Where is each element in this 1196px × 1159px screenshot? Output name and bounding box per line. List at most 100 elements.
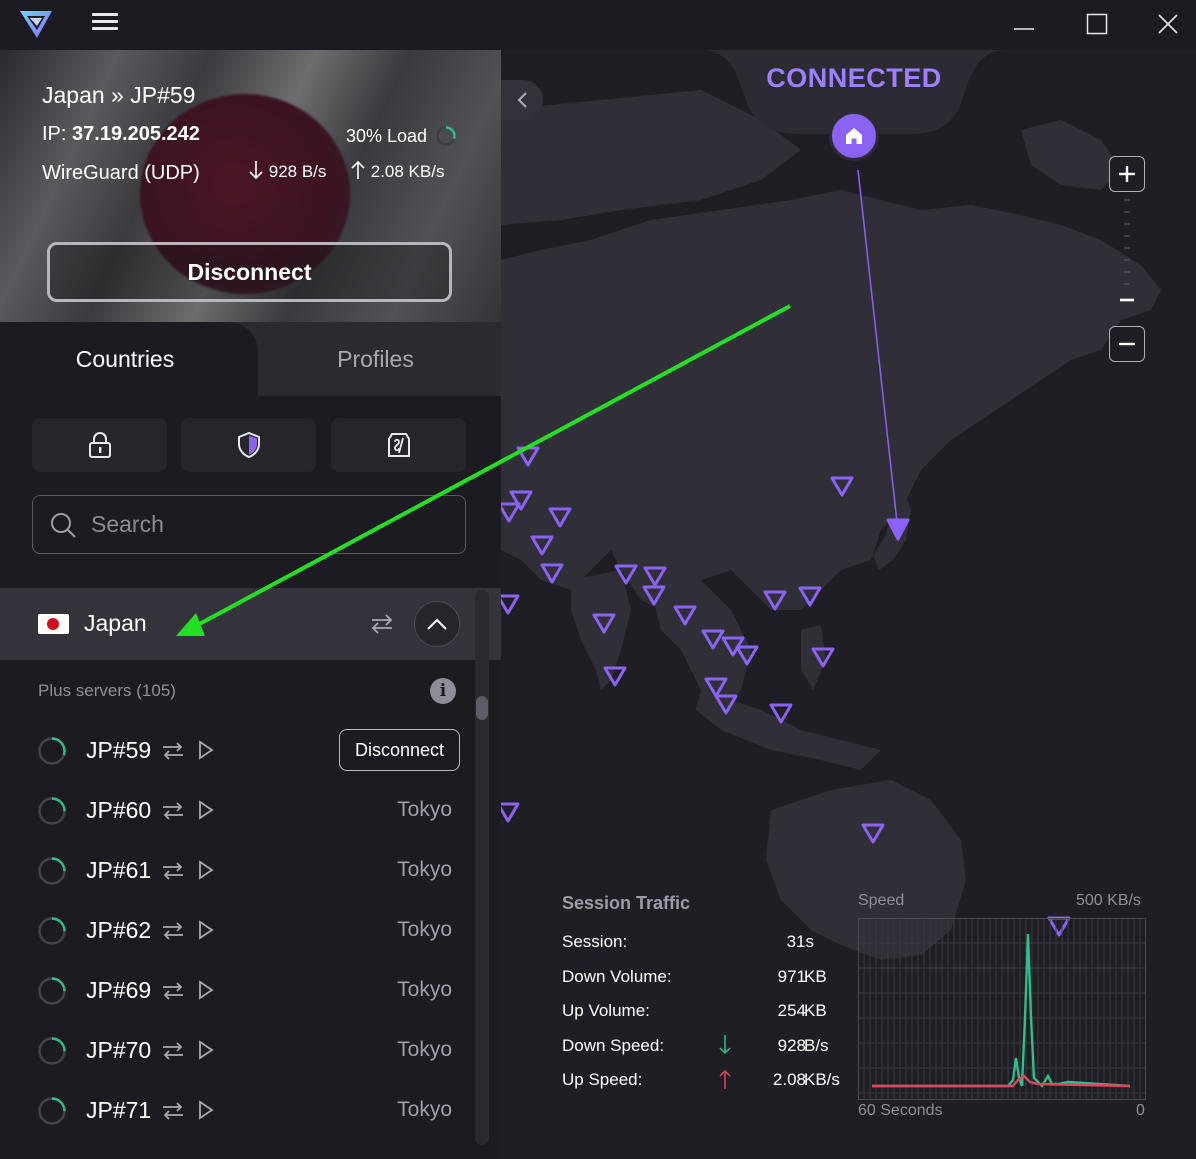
minimize-button[interactable] (994, 4, 1054, 44)
search-input[interactable] (91, 511, 421, 538)
app-logo-icon (20, 11, 52, 38)
server-name: JP#60 (86, 797, 152, 823)
server-marker-icon[interactable] (592, 613, 616, 634)
server-marker-icon[interactable] (861, 823, 885, 844)
zoom-in-button[interactable] (1109, 156, 1145, 192)
server-marker-icon[interactable] (530, 535, 554, 556)
secure-core-filter-button[interactable] (32, 418, 167, 472)
connection-path-line (857, 169, 898, 523)
up-speed-value: 2.08 (772, 1070, 806, 1089)
speed-graph-x-start: 60 Seconds (858, 1102, 943, 1119)
session-traffic-stats: Session: 31s Down Volume: 971 KB Up Volu… (562, 932, 862, 1102)
zoom-slider[interactable] (1118, 194, 1138, 322)
server-row[interactable]: JP#59 Disconnect (0, 720, 470, 780)
server-switch-icon[interactable] (160, 1038, 186, 1064)
server-switch-icon[interactable] (160, 978, 186, 1004)
home-location-pin[interactable] (829, 111, 879, 161)
server-city: Tokyo (397, 798, 452, 821)
server-marker-icon[interactable] (830, 476, 854, 497)
arrow-up-icon (351, 160, 365, 179)
server-marker-icon[interactable] (735, 645, 759, 666)
up-speed-row: Up Speed: 2.08 KB/s (562, 1069, 862, 1092)
up-volume-row: Up Volume: 254 KB (562, 1001, 862, 1023)
tor-filter-button[interactable] (331, 418, 466, 472)
server-row[interactable]: JP#61 Tokyo (0, 840, 470, 900)
down-speed-label: Down Speed: (562, 1036, 665, 1055)
speed-graph (858, 918, 1146, 1100)
load-text: 30% Load (346, 125, 428, 146)
server-switch-icon[interactable] (160, 858, 186, 884)
server-marker-icon[interactable] (798, 586, 822, 607)
server-marker-icon[interactable] (811, 647, 835, 668)
server-marker-icon[interactable] (548, 507, 572, 528)
play-icon[interactable] (198, 1040, 214, 1060)
server-switch-icon[interactable] (160, 798, 186, 824)
netshield-filter-button[interactable] (181, 418, 316, 472)
server-marker-icon[interactable] (769, 703, 793, 724)
server-marker-icon[interactable] (501, 802, 520, 823)
connected-server-marker-icon[interactable] (886, 518, 910, 541)
maximize-button[interactable] (1067, 4, 1127, 44)
server-marker-icon[interactable] (603, 666, 627, 687)
server-marker-icon[interactable] (516, 446, 540, 467)
server-marker-icon[interactable] (673, 605, 697, 626)
play-icon[interactable] (198, 980, 214, 1000)
server-name: JP#69 (86, 977, 152, 1003)
search-box[interactable] (32, 495, 466, 554)
play-icon[interactable] (198, 740, 214, 760)
server-list-scrollbar[interactable] (475, 590, 489, 1145)
session-label: Session: (562, 932, 628, 951)
server-row[interactable]: JP#62 Tokyo (0, 900, 470, 960)
play-icon[interactable] (198, 920, 214, 940)
upload-speed: 2.08 KB/s (350, 160, 444, 182)
hamburger-menu-icon[interactable] (90, 10, 120, 38)
server-disconnect-button[interactable]: Disconnect (339, 729, 460, 771)
server-marker-icon[interactable] (501, 594, 520, 615)
play-icon[interactable] (198, 860, 214, 880)
home-icon (846, 128, 862, 144)
session-traffic-title: Session Traffic (562, 893, 691, 913)
tab-countries[interactable]: Countries (0, 322, 250, 396)
down-speed-row: Down Speed: 928 B/s (562, 1035, 862, 1058)
server-row[interactable]: JP#70 Tokyo (0, 1020, 470, 1080)
server-marker-icon[interactable] (642, 585, 666, 606)
server-marker-icon[interactable] (701, 629, 725, 650)
server-marker-icon[interactable] (540, 563, 564, 584)
collapse-country-button[interactable] (414, 601, 460, 647)
server-load-ring-icon (38, 737, 66, 765)
disconnect-button[interactable]: Disconnect (47, 242, 452, 302)
server-marker-icon[interactable] (509, 490, 533, 511)
server-marker-icon[interactable] (704, 677, 728, 698)
scrollbar-thumb[interactable] (476, 696, 488, 720)
title-bar (0, 0, 1196, 50)
close-button[interactable] (1138, 4, 1196, 44)
server-marker-icon[interactable] (714, 694, 738, 715)
server-marker-icon[interactable] (643, 566, 667, 587)
plus-servers-header: Plus servers (105) (38, 681, 176, 700)
zoom-out-button[interactable] (1109, 326, 1145, 362)
server-load-ring-icon (38, 977, 66, 1005)
server-switch-icon[interactable] (160, 1098, 186, 1124)
server-name: JP#70 (86, 1037, 152, 1063)
ip-label: IP: (42, 123, 67, 145)
play-icon[interactable] (198, 1100, 214, 1120)
collapse-sidebar-button[interactable] (501, 80, 543, 120)
server-row[interactable]: JP#69 Tokyo (0, 960, 470, 1020)
shield-icon (237, 431, 260, 459)
download-speed: 928 B/s (248, 160, 326, 182)
fastest-server-switch-icon[interactable] (368, 610, 396, 638)
server-marker-icon[interactable] (763, 590, 787, 611)
load-ring-icon (436, 126, 456, 146)
country-row-japan[interactable]: Japan (0, 588, 501, 660)
server-marker-icon[interactable] (614, 564, 638, 585)
server-name: JP#62 (86, 917, 152, 943)
server-switch-icon[interactable] (160, 918, 186, 944)
server-row[interactable]: JP#71 Tokyo (0, 1080, 470, 1140)
server-marker-icon[interactable] (501, 502, 521, 523)
info-icon[interactable]: i (430, 678, 456, 704)
play-icon[interactable] (198, 800, 214, 820)
server-row[interactable]: JP#60 Tokyo (0, 780, 470, 840)
server-switch-icon[interactable] (160, 738, 186, 764)
tor-icon (387, 433, 410, 457)
connection-title: Japan » JP#59 (42, 82, 196, 108)
